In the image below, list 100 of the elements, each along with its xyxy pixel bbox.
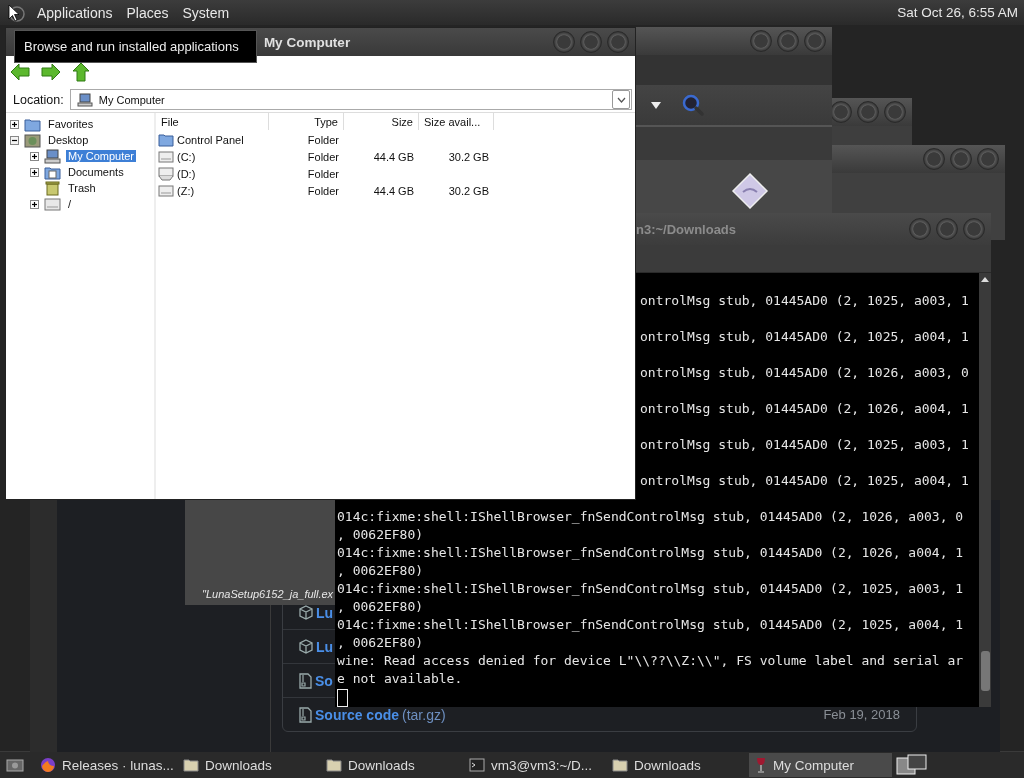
expand-icon[interactable]: [10, 119, 19, 129]
asset-link[interactable]: Source code: [315, 706, 400, 723]
back-arrow-icon[interactable]: [10, 63, 30, 81]
terminal-line: , 0062EF80): [337, 598, 424, 616]
scroll-up-icon[interactable]: [980, 275, 990, 283]
taskbar-item[interactable]: Releases · lunas...: [34, 753, 177, 777]
terminal-line: 014c:fixme:shell:IShellBrowser_fnSendControlMsg stub, 01445AD0 (2, 1026, a003, 0: [337, 508, 964, 526]
taskbar-item[interactable]: Downloads: [320, 753, 463, 777]
terminal-line: , 0062EF80): [337, 562, 424, 580]
taskbar-item[interactable]: Downloads: [606, 753, 749, 777]
column-header[interactable]: File: [156, 113, 269, 130]
dropdown-arrow-icon[interactable]: [651, 101, 661, 109]
free-space: 30.2 GB: [448, 150, 489, 163]
show-desktop-icon[interactable]: [6, 757, 24, 773]
terminal-line: 014c:fixme:shell:IShellBrowser_fnSendControlMsg stub, 01445AD0 (2, 1026, a004, 1: [337, 544, 964, 562]
column-header[interactable]: Size: [344, 113, 419, 130]
window-title: My Computer: [263, 34, 351, 50]
window-button[interactable]: [580, 31, 602, 53]
window-button[interactable]: [750, 30, 772, 52]
free-space: 30.2 GB: [448, 184, 489, 197]
fox-globe-icon: [40, 757, 56, 773]
window-button[interactable]: [777, 30, 799, 52]
window-button[interactable]: [923, 148, 945, 170]
dropdown-button[interactable]: [612, 90, 630, 109]
panel-menu[interactable]: Places: [119, 4, 176, 21]
tree-item[interactable]: Trash: [66, 182, 98, 194]
pointer-icon: [6, 2, 26, 23]
asset-link[interactable]: Lu: [316, 604, 334, 621]
scroll-thumb[interactable]: [980, 651, 990, 691]
window-button[interactable]: [884, 101, 906, 123]
drive-size: 44.4 GB: [373, 150, 414, 163]
clock[interactable]: Sat Oct 26, 6:55 AM: [897, 5, 1024, 20]
forward-arrow-icon[interactable]: [41, 63, 61, 81]
item-name[interactable]: (D:): [177, 167, 196, 180]
drive-icon: [158, 149, 174, 164]
file-zip-icon: [299, 672, 312, 689]
expand-icon[interactable]: [30, 199, 39, 209]
documents-icon: [44, 164, 61, 180]
column-header[interactable]: Type: [269, 113, 344, 130]
window-button[interactable]: [963, 218, 985, 240]
tree-item[interactable]: My Computer: [66, 150, 137, 162]
expand-icon[interactable]: [30, 151, 39, 161]
terminal-icon: [469, 758, 485, 772]
terminal-line: wine: Read access denied for device L"\\??\\Z:\\", FS volume label and serial ar: [337, 652, 964, 670]
taskbar-item[interactable]: vm3@vm3:~/D...: [463, 753, 606, 777]
search-icon[interactable]: [681, 93, 705, 117]
terminal-line: 014c:fixme:shell:IShellBrowser_fnSendControlMsg stub, 01445AD0 (2, 1025, a003, 1: [337, 580, 964, 598]
file-name-label: "LunaSetup6152_ja_full.ex: [201, 588, 334, 602]
window-button[interactable]: [804, 30, 826, 52]
window-button[interactable]: [553, 31, 575, 53]
trash-icon: [44, 180, 61, 196]
tree-item[interactable]: Desktop: [46, 134, 91, 146]
asset-link[interactable]: So: [315, 672, 333, 689]
expand-icon[interactable]: [30, 167, 39, 177]
asset-link[interactable]: Lu: [316, 638, 334, 655]
item-name[interactable]: (Z:): [177, 184, 195, 197]
terminal-line: ontrolMsg stub, 01445AD0 (2, 1025, a004, 1: [640, 328, 969, 346]
package-icon: [299, 639, 313, 654]
window-button[interactable]: [977, 148, 999, 170]
window-title: n3:~/Downloads: [635, 221, 737, 237]
workspace-switcher-icon[interactable]: [896, 754, 928, 776]
tree-item[interactable]: Favorites: [46, 118, 96, 130]
computer-icon: [76, 92, 93, 107]
folder-icon: [183, 758, 199, 772]
wine-glass-icon: [755, 757, 767, 773]
diamond-icon: [731, 172, 769, 210]
window-button[interactable]: [950, 148, 972, 170]
folder-icon: [612, 758, 628, 772]
asset-format: (tar.gz): [402, 706, 446, 723]
location-label: Location:: [13, 92, 64, 107]
collapse-icon[interactable]: [10, 135, 19, 145]
folder-icon: [326, 758, 342, 772]
up-arrow-icon[interactable]: [72, 62, 90, 82]
chevron-down-icon: [616, 96, 626, 103]
window-button[interactable]: [857, 101, 879, 123]
drive-size: 44.4 GB: [373, 184, 414, 197]
item-name[interactable]: Control Panel: [177, 133, 244, 146]
column-header[interactable]: Size avail...: [419, 113, 494, 130]
terminal-line: ontrolMsg stub, 01445AD0 (2, 1026, a004, 1: [640, 400, 969, 418]
file-type: Folder: [307, 167, 339, 180]
terminal-line: ontrolMsg stub, 01445AD0 (2, 1025, a004, 1: [640, 472, 969, 490]
window-button[interactable]: [936, 218, 958, 240]
panel-menu[interactable]: Applications: [30, 4, 120, 21]
panel-menu[interactable]: System: [175, 4, 237, 21]
window-button[interactable]: [830, 101, 852, 123]
terminal-line: e not available.: [337, 670, 463, 688]
location-dropdown[interactable]: My Computer: [69, 89, 632, 110]
drive-icon: [158, 183, 174, 198]
tree-item[interactable]: /: [66, 198, 74, 210]
terminal-line: ontrolMsg stub, 01445AD0 (2, 1025, a003, 1: [640, 436, 969, 454]
item-name[interactable]: (C:): [177, 150, 196, 163]
folder-icon: [24, 116, 41, 132]
taskbar-item[interactable]: Downloads: [177, 753, 320, 777]
terminal-line: , 0062EF80): [337, 634, 424, 652]
computer-icon: [44, 148, 61, 164]
window-button[interactable]: [607, 31, 629, 53]
tree-item[interactable]: Documents: [66, 166, 126, 178]
taskbar-item[interactable]: My Computer: [749, 753, 892, 777]
desktop-icon: [24, 132, 41, 148]
window-button[interactable]: [909, 218, 931, 240]
